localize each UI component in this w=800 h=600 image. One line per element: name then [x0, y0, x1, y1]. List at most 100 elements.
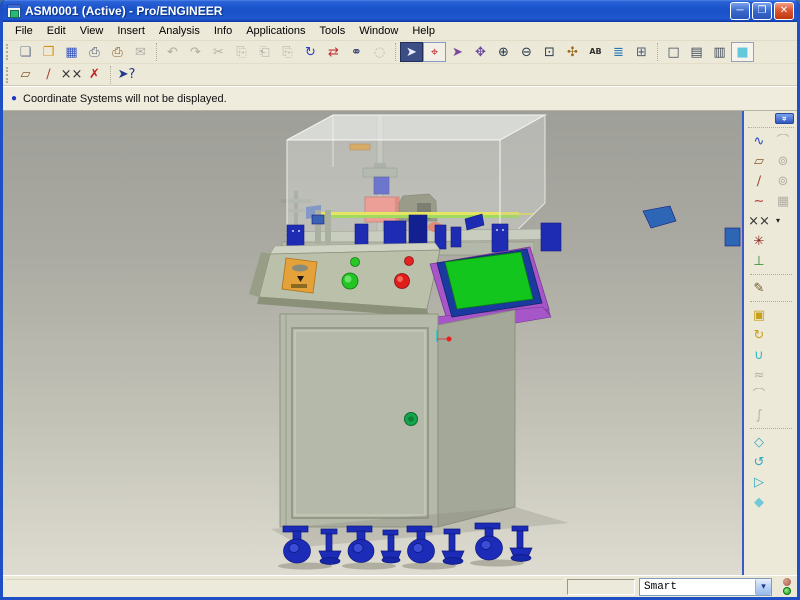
status-green-light: [783, 587, 791, 595]
sketch-tool-button[interactable]: ✎: [748, 278, 770, 298]
revolve-surface-button[interactable]: ↺: [748, 452, 770, 472]
message-text: Coordinate Systems will not be displayed…: [23, 93, 227, 105]
menu-help[interactable]: Help: [405, 23, 442, 39]
selection-filter-combo[interactable]: Smart ▾: [639, 578, 772, 596]
swept-blend-tool-button[interactable]: ≈: [748, 365, 770, 385]
separator: [748, 127, 794, 128]
spacer: [772, 492, 794, 512]
combo-dropdown-button[interactable]: ▾: [755, 579, 771, 595]
spacer: [772, 405, 794, 425]
menu-edit[interactable]: Edit: [40, 23, 73, 39]
datum-axis-display-toggle[interactable]: ∕: [37, 65, 60, 85]
menu-info[interactable]: Info: [207, 23, 239, 39]
project-tool-button[interactable]: ⊚: [772, 171, 794, 191]
open-object-button[interactable]: ❐: [37, 42, 60, 62]
blend-tool-button[interactable]: ⌒: [748, 385, 770, 405]
datum-axis-points-tool-button[interactable]: ✳: [748, 231, 770, 251]
point-display-toggle[interactable]: ××: [60, 65, 83, 85]
toolbar-grip[interactable]: [6, 44, 11, 60]
send-email-button[interactable]: ✉: [129, 42, 152, 62]
wireframe-button[interactable]: □: [662, 42, 685, 62]
boundary-blend-button[interactable]: ◆: [748, 492, 770, 512]
model-control-panel[interactable]: [249, 243, 440, 317]
feature-toolbar-overflow-button[interactable]: »: [775, 113, 794, 124]
assembly-model[interactable]: [3, 111, 742, 575]
menu-analysis[interactable]: Analysis: [152, 23, 207, 39]
extrude-surface-button[interactable]: ◇: [748, 432, 770, 452]
copy-button[interactable]: ⎘: [230, 42, 253, 62]
separator: [750, 301, 792, 302]
sweep-surface-button[interactable]: ▷: [748, 472, 770, 492]
shaded-button[interactable]: ■: [731, 42, 754, 62]
undo-button[interactable]: ↶: [161, 42, 184, 62]
pattern-tool-button[interactable]: ▦: [772, 191, 794, 211]
paste-button[interactable]: ⎗: [253, 42, 276, 62]
csys-tool-button[interactable]: ⊥: [748, 251, 770, 271]
separator: [110, 66, 111, 84]
spacer: [772, 325, 794, 345]
offset-tool-button[interactable]: ⊚: [772, 151, 794, 171]
separator: [750, 428, 792, 429]
datum-axis-tool-button[interactable]: ∕: [748, 171, 770, 191]
regenerate-manager-button[interactable]: ⇄: [322, 42, 345, 62]
menu-window[interactable]: Window: [352, 23, 405, 39]
minimize-button[interactable]: ─: [730, 2, 750, 20]
menu-tools[interactable]: Tools: [313, 23, 353, 39]
status-info-field: [567, 579, 635, 595]
style-tool-button[interactable]: ∿: [748, 131, 770, 151]
sketched-curve-tool-button[interactable]: ∼: [748, 191, 770, 211]
new-object-button[interactable]: ❏: [14, 42, 37, 62]
regenerate-button[interactable]: ↻: [299, 42, 322, 62]
zoom-out-button[interactable]: ⊖: [515, 42, 538, 62]
pick-from-list-button[interactable]: ➤: [446, 42, 469, 62]
datum-plane-display-toggle[interactable]: ▱: [14, 65, 37, 85]
print-stamp-button[interactable]: ⎙: [106, 42, 129, 62]
model-cabinet[interactable]: [280, 310, 515, 527]
saved-views-button[interactable]: AB: [584, 42, 607, 62]
datum-plane-tool-button[interactable]: ▱: [748, 151, 770, 171]
view-manager-button[interactable]: ⊞: [630, 42, 653, 62]
zoom-in-button[interactable]: ⊕: [492, 42, 515, 62]
title-bar[interactable]: ASM0001 (Active) - Pro/ENGINEER ─ ❐ ✕: [3, 0, 797, 22]
separator: [750, 274, 792, 275]
menu-file[interactable]: File: [8, 23, 40, 39]
separator: [657, 43, 658, 61]
datum-point-tool-button[interactable]: ××: [748, 211, 770, 231]
spin-pan-zoom-button[interactable]: ✥: [469, 42, 492, 62]
extrude-tool-button[interactable]: ▣: [748, 305, 770, 325]
select-window-button[interactable]: ➤: [400, 42, 423, 62]
print-button[interactable]: ⎙: [83, 42, 106, 62]
menu-view[interactable]: View: [73, 23, 111, 39]
paste-special-button[interactable]: ⎘: [276, 42, 299, 62]
maximize-button[interactable]: ❐: [752, 2, 772, 20]
revolve-tool-button[interactable]: ↻: [748, 325, 770, 345]
menu-applications[interactable]: Applications: [239, 23, 312, 39]
refit-button[interactable]: ⊡: [538, 42, 561, 62]
layers-button[interactable]: ≣: [607, 42, 630, 62]
close-button[interactable]: ✕: [774, 2, 794, 20]
sweep-tool-button[interactable]: ∪: [748, 345, 770, 365]
status-red-light: [783, 578, 791, 586]
csys-display-toggle[interactable]: ✗: [83, 65, 106, 85]
redo-button[interactable]: ↷: [184, 42, 207, 62]
graphics-area[interactable]: [3, 111, 744, 575]
toolbar-grip[interactable]: [6, 67, 11, 83]
curve-tool-button[interactable]: ∫: [748, 405, 770, 425]
save-object-button[interactable]: ▦: [60, 42, 83, 62]
hidden-line-button[interactable]: ▤: [685, 42, 708, 62]
context-help-button[interactable]: ➤?: [115, 65, 138, 85]
use-edge-button[interactable]: ⌒: [772, 131, 794, 151]
find-button[interactable]: ⚭: [345, 42, 368, 62]
spacer: [772, 472, 794, 492]
cut-button[interactable]: ✂: [207, 42, 230, 62]
no-hidden-button[interactable]: ▥: [708, 42, 731, 62]
model-status-icon[interactable]: [781, 578, 793, 596]
selection-buffer-button[interactable]: ◌: [368, 42, 391, 62]
app-icon: [7, 4, 21, 18]
smart-select-button[interactable]: ⌖: [423, 42, 446, 62]
datum-point-flyout-arrow[interactable]: ▾: [772, 211, 784, 231]
feature-toolbar: » ∿⌒▱⊚∕⊚∼▦××▾✳⊥✎▣↻∪≈⌒∫◇↺▷◆: [744, 111, 797, 575]
reorient-button[interactable]: ✣: [561, 42, 584, 62]
menu-insert[interactable]: Insert: [110, 23, 152, 39]
separator: [395, 43, 396, 61]
